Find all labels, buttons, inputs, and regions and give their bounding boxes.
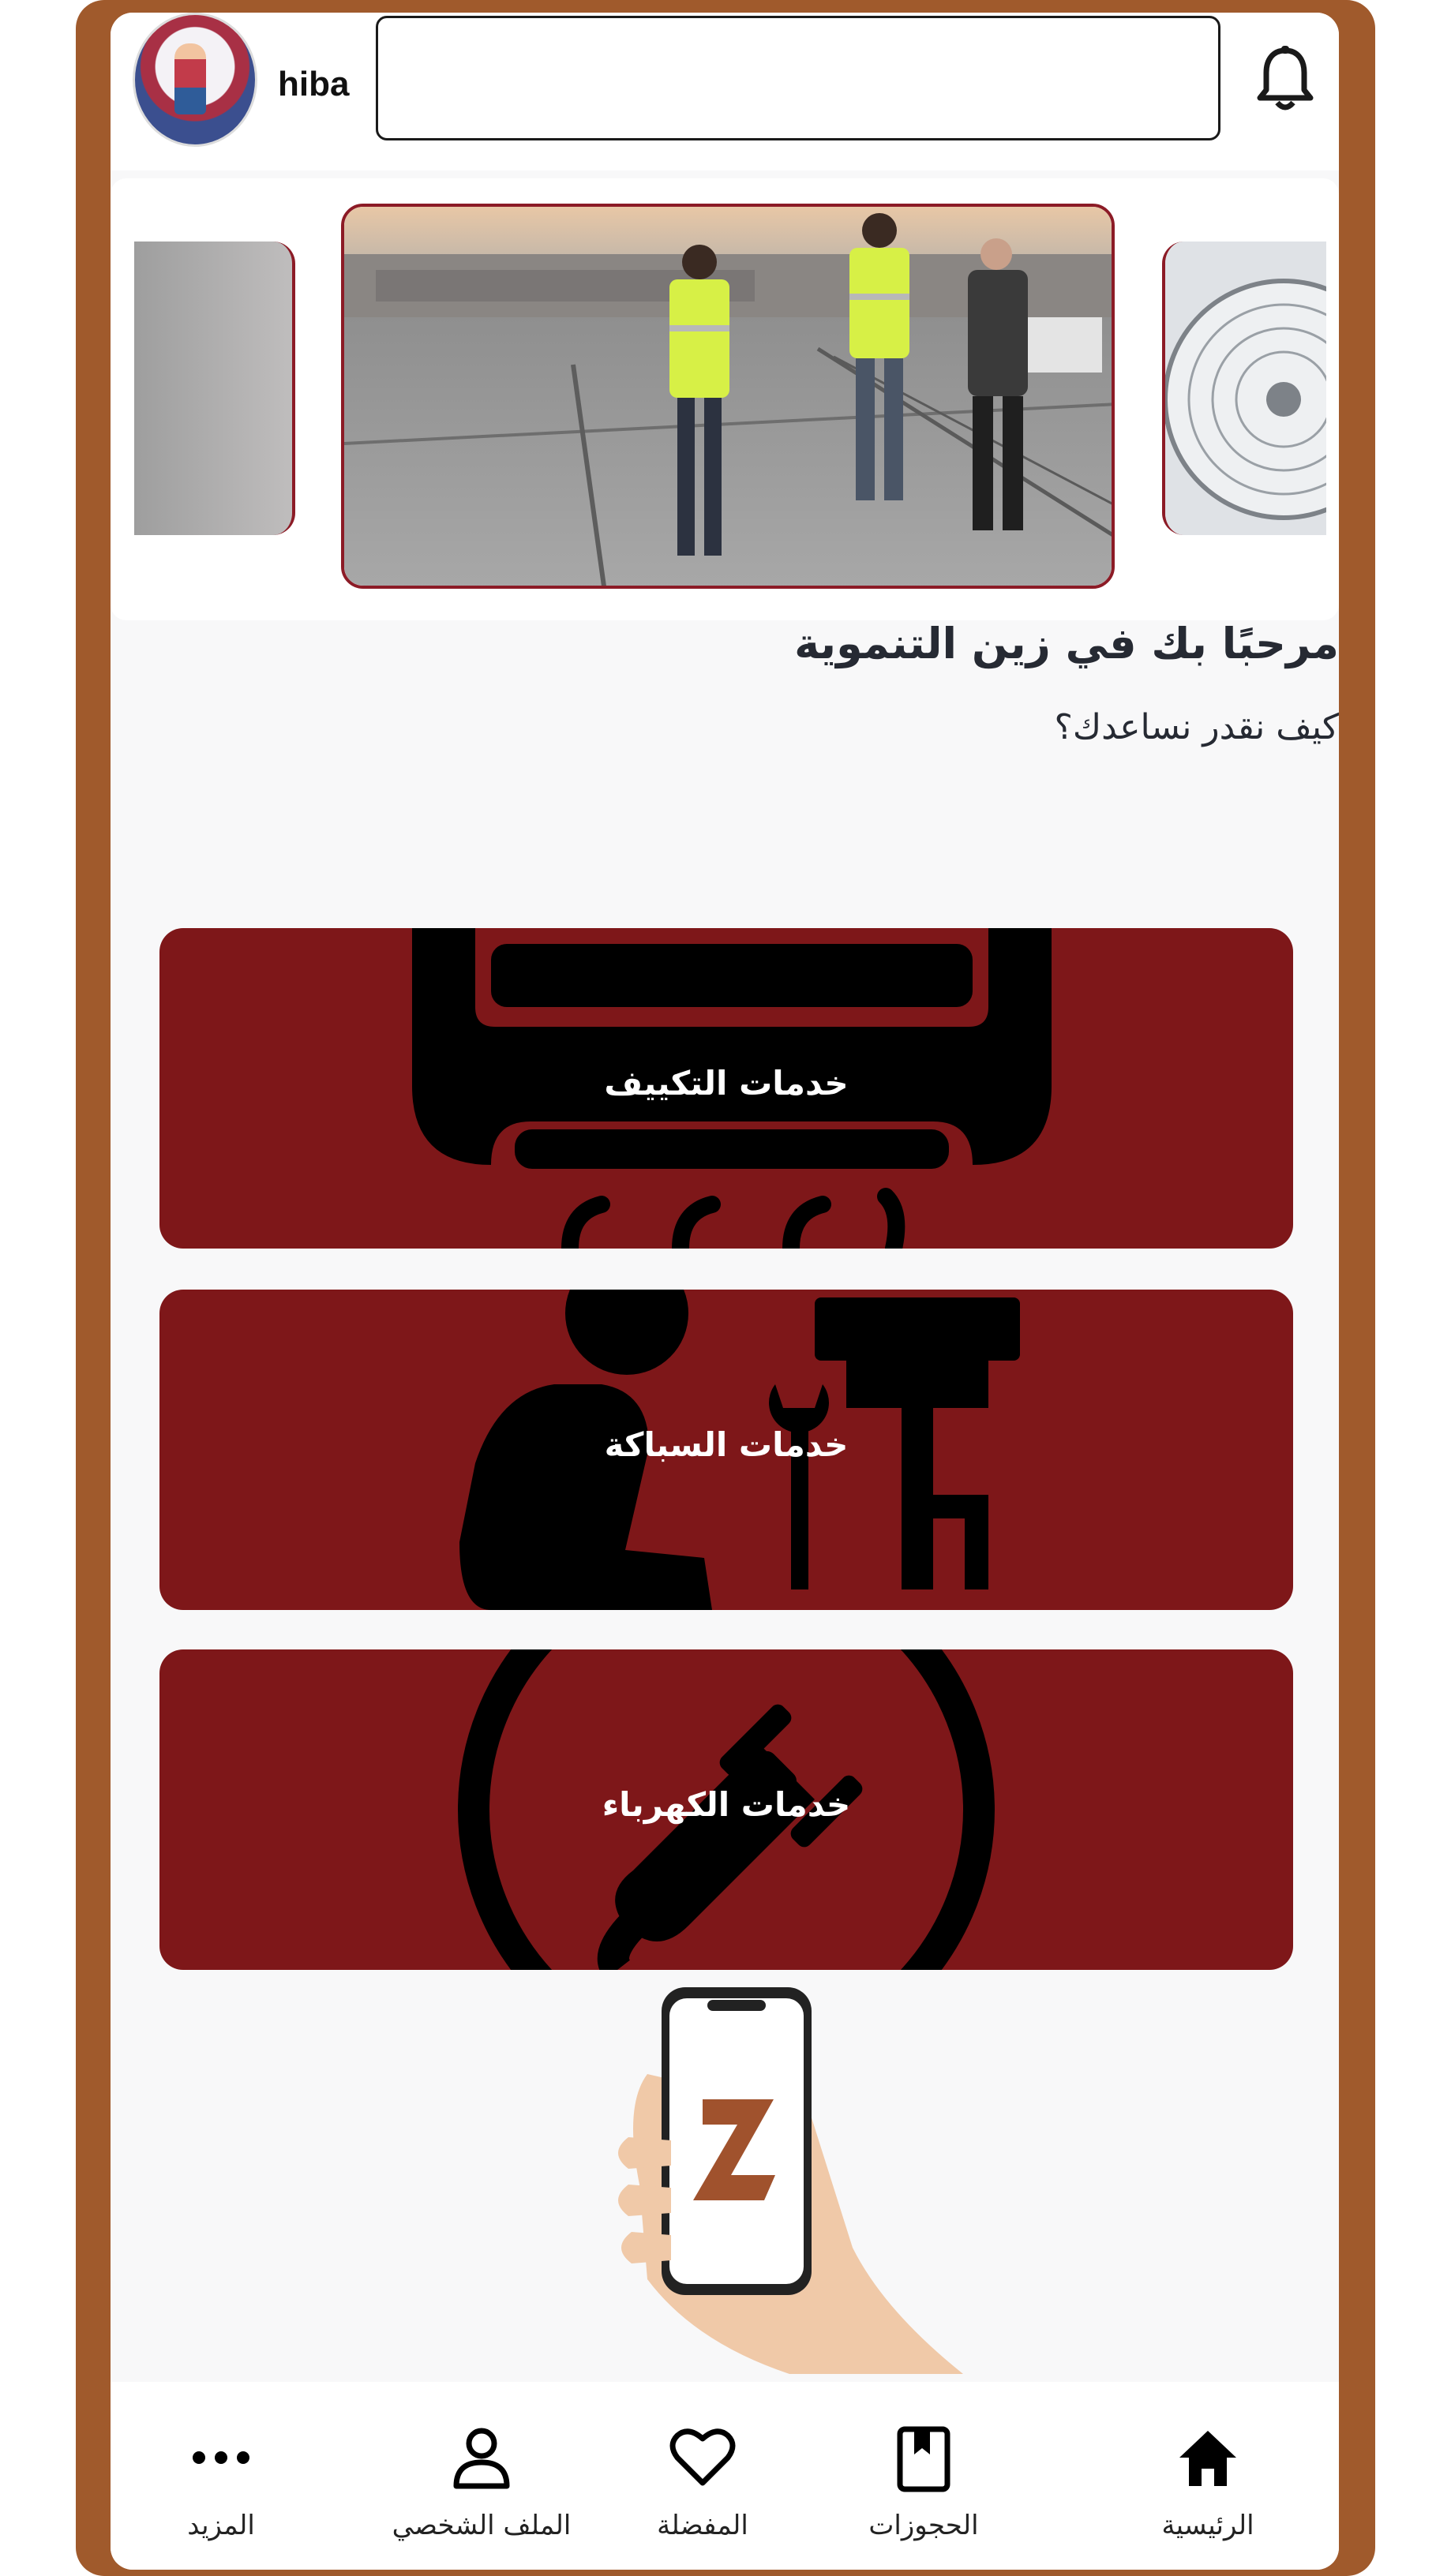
search-bar[interactable] <box>376 16 1220 140</box>
fan-image <box>1165 242 1326 535</box>
service-label: خدمات التكييف <box>604 1064 849 1103</box>
service-card-electrical[interactable]: خدمات الكهرباء <box>159 1649 1293 1970</box>
search-input[interactable] <box>394 42 1092 114</box>
carousel-slide-current[interactable] <box>341 204 1115 589</box>
phone-in-hand-illustration <box>618 1987 963 2374</box>
nav-item-home[interactable]: الرئيسية <box>1121 2382 1295 2570</box>
carousel-slide-next[interactable] <box>1162 242 1326 535</box>
home-icon <box>1179 2431 1236 2486</box>
nav-label: المزيد <box>187 2510 255 2541</box>
welcome-title: مرحبًا بك في زين التنموية <box>794 619 1339 668</box>
bottom-navigation: الرئيسية الحجوزات المفضلة الملف الشخصي ا… <box>111 2382 1339 2570</box>
heart-icon <box>669 2428 736 2486</box>
nav-item-profile[interactable]: الملف الشخصي <box>363 2382 600 2570</box>
service-label: خدمات السباكة <box>604 1425 849 1464</box>
service-card-air-conditioning[interactable]: خدمات التكييف <box>159 928 1293 1249</box>
workers-on-roof-image <box>344 207 1112 586</box>
avatar-figure <box>174 43 206 114</box>
nav-label: المفضلة <box>657 2510 748 2541</box>
nav-label: الملف الشخصي <box>392 2510 572 2541</box>
nav-item-more[interactable]: المزيد <box>142 2382 300 2570</box>
person-icon <box>453 2428 510 2489</box>
bookings-icon <box>897 2426 950 2492</box>
service-label: خدمات الكهرباء <box>602 1785 851 1824</box>
app-screen: hiba مرحبًا بك في زين التنموية كيف نقدر … <box>111 13 1339 2570</box>
nav-label: الرئيسية <box>1161 2510 1254 2541</box>
top-bar: hiba <box>111 13 1339 170</box>
service-card-plumbing[interactable]: خدمات السباكة <box>159 1290 1293 1610</box>
welcome-subtitle: كيف نقدر نساعدك؟ <box>1054 707 1339 747</box>
avatar[interactable] <box>133 13 257 147</box>
nav-label: الحجوزات <box>868 2510 979 2541</box>
username: hiba <box>278 65 350 103</box>
carousel-slide-prev[interactable] <box>134 242 295 535</box>
bell-icon[interactable] <box>1255 46 1315 114</box>
more-icon <box>193 2451 249 2464</box>
nav-item-bookings[interactable]: الحجوزات <box>837 2382 1010 2570</box>
nav-item-favorites[interactable]: المفضلة <box>616 2382 789 2570</box>
image-carousel[interactable] <box>111 178 1339 620</box>
